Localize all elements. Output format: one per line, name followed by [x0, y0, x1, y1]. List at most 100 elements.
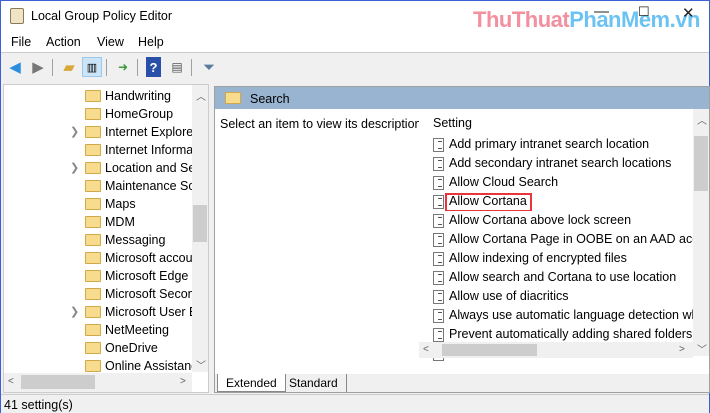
maximize-button[interactable]: ☐ [638, 4, 650, 20]
setting-label: Add primary intranet search location [449, 137, 650, 151]
policy-setting-icon [433, 309, 444, 323]
tree-item[interactable]: Maintenance Scheduler [4, 177, 194, 195]
tree-item[interactable]: Messaging [4, 231, 194, 249]
policy-setting-icon [433, 328, 444, 342]
tree-item[interactable]: OneDrive [4, 339, 194, 357]
tab-standard[interactable]: Standard [281, 374, 347, 392]
tree-item-label: Microsoft account [105, 251, 193, 265]
status-text: 41 setting(s) [4, 398, 73, 412]
folder-icon [85, 162, 101, 174]
folder-icon [225, 92, 241, 104]
tree-item[interactable]: NetMeeting [4, 321, 194, 339]
close-button[interactable]: ✕ [682, 4, 695, 22]
description-text: Select an item to view its description. [220, 117, 425, 131]
setting-row[interactable]: Allow Cortana [431, 193, 697, 211]
back-arrow-icon[interactable]: ◀ [5, 57, 25, 77]
setting-row[interactable]: Allow Cortana above lock screen [431, 212, 697, 230]
tree-horizontal-scrollbar[interactable]: < > [4, 373, 192, 392]
menu-help[interactable]: Help [138, 35, 164, 49]
setting-label: Allow indexing of encrypted files [449, 251, 627, 265]
watermark-logo: ThuThuatPhanMem.vn [473, 7, 700, 32]
status-bar: 41 setting(s) [1, 394, 709, 413]
policy-setting-icon [433, 214, 444, 228]
tree-vertical-scrollbar[interactable]: ︿ ﹀ [192, 85, 208, 372]
column-header-setting[interactable]: Setting [433, 116, 472, 130]
setting-row[interactable]: Always use automatic language detection … [431, 307, 697, 325]
policy-setting-icon [433, 195, 444, 209]
minimize-button[interactable]: — [594, 3, 609, 20]
tree-item[interactable]: ❯ Microsoft User Experience Virtualizatio… [4, 303, 194, 321]
setting-label: Allow Cortana above lock screen [449, 213, 632, 227]
setting-row[interactable]: Allow indexing of encrypted files [431, 250, 697, 268]
folder-icon [85, 342, 101, 354]
setting-row[interactable]: Add secondary intranet search locations [431, 155, 697, 173]
show-action-pane-icon[interactable]: ▤ [167, 57, 187, 77]
view-tabs: Extended Standard [215, 374, 709, 392]
setting-row[interactable]: Allow search and Cortana to use location [431, 269, 697, 287]
filter-icon[interactable]: ⏷ [199, 57, 219, 77]
folder-icon [85, 270, 101, 282]
setting-label: Always use automatic language detection … [449, 308, 697, 322]
details-pane: Search Select an item to view its descri… [214, 86, 710, 393]
tree-item-label: NetMeeting [105, 323, 169, 337]
toolbar: ◀ ▶ ▰ ▥ ➜ ? ▤ ⏷ [1, 54, 709, 81]
tree-item-label: Messaging [105, 233, 166, 247]
menu-action[interactable]: Action [46, 35, 81, 49]
folder-header: Search [215, 87, 709, 109]
tree-item[interactable]: Maps [4, 195, 194, 213]
settings-list: Setting Add primary intranet search loca… [419, 109, 709, 374]
menu-bar: File Action View Help [1, 32, 709, 53]
up-folder-icon[interactable]: ▰ [59, 57, 79, 77]
tree-item[interactable]: MDM [4, 213, 194, 231]
policy-setting-icon [433, 290, 444, 304]
tree-item-label: Microsoft Edge [105, 269, 189, 283]
tree-item-label: Handwriting [105, 89, 172, 103]
help-icon[interactable]: ? [146, 57, 161, 77]
folder-icon [85, 252, 101, 264]
menu-view[interactable]: View [97, 35, 124, 49]
setting-row[interactable]: Allow use of diacritics [431, 288, 697, 306]
setting-row[interactable]: Add primary intranet search location [431, 136, 697, 154]
folder-icon [85, 198, 101, 210]
setting-label: Allow search and Cortana to use location [449, 270, 677, 284]
folder-icon [85, 90, 101, 102]
tree-item-label: Internet Explorer [105, 125, 193, 139]
tree-item[interactable]: ❯ Internet Explorer [4, 123, 194, 141]
policy-setting-icon [433, 157, 444, 171]
folder-icon [85, 216, 101, 228]
export-list-icon[interactable]: ➜ [113, 57, 133, 77]
tree-item-label: Online Assistance [105, 359, 193, 373]
tree-item-label: Location and Sensors [105, 161, 193, 175]
forward-arrow-icon[interactable]: ▶ [28, 57, 48, 77]
title-bar: Local Group Policy Editor ThuThuatPhanMe… [1, 1, 709, 32]
menu-file[interactable]: File [11, 35, 31, 49]
list-horizontal-scrollbar[interactable]: < > [419, 342, 693, 358]
tree-item-label: Internet Information Services [105, 143, 193, 157]
setting-label: Allow Cloud Search [449, 175, 559, 189]
tree-item[interactable]: HomeGroup [4, 105, 194, 123]
show-hide-tree-icon[interactable]: ▥ [82, 57, 102, 77]
tree-item[interactable]: Microsoft Edge [4, 267, 194, 285]
tree-item[interactable]: Handwriting [4, 87, 194, 105]
setting-label: Allow Cortana Page in OOBE on an AAD acc… [449, 232, 697, 246]
expand-chevron-icon[interactable]: ❯ [70, 305, 79, 318]
tree-pane: Handwriting HomeGroup ❯ Internet Explorer In… [3, 84, 209, 393]
folder-icon [85, 108, 101, 120]
expand-chevron-icon[interactable]: ❯ [70, 161, 79, 174]
setting-row[interactable]: Allow Cloud Search [431, 174, 697, 192]
expand-chevron-icon[interactable]: ❯ [70, 125, 79, 138]
tab-extended[interactable]: Extended [217, 374, 286, 392]
folder-icon [85, 144, 101, 156]
tree-item-label: Maintenance Scheduler [105, 179, 193, 193]
setting-row[interactable]: Allow Cortana Page in OOBE on an AAD acc… [431, 231, 697, 249]
tree-item[interactable]: Microsoft account [4, 249, 194, 267]
tree-item[interactable]: Microsoft Secondary Authentication Facto… [4, 285, 194, 303]
tree-item[interactable]: ❯ Location and Sensors [4, 159, 194, 177]
folder-icon [85, 324, 101, 336]
folder-icon [85, 126, 101, 138]
folder-icon [85, 360, 101, 372]
tree-item[interactable]: Internet Information Services [4, 141, 194, 159]
tree-item-label: HomeGroup [105, 107, 174, 121]
list-vertical-scrollbar[interactable]: ︿ ﹀ [693, 109, 709, 356]
setting-label: Add secondary intranet search locations [449, 156, 672, 170]
